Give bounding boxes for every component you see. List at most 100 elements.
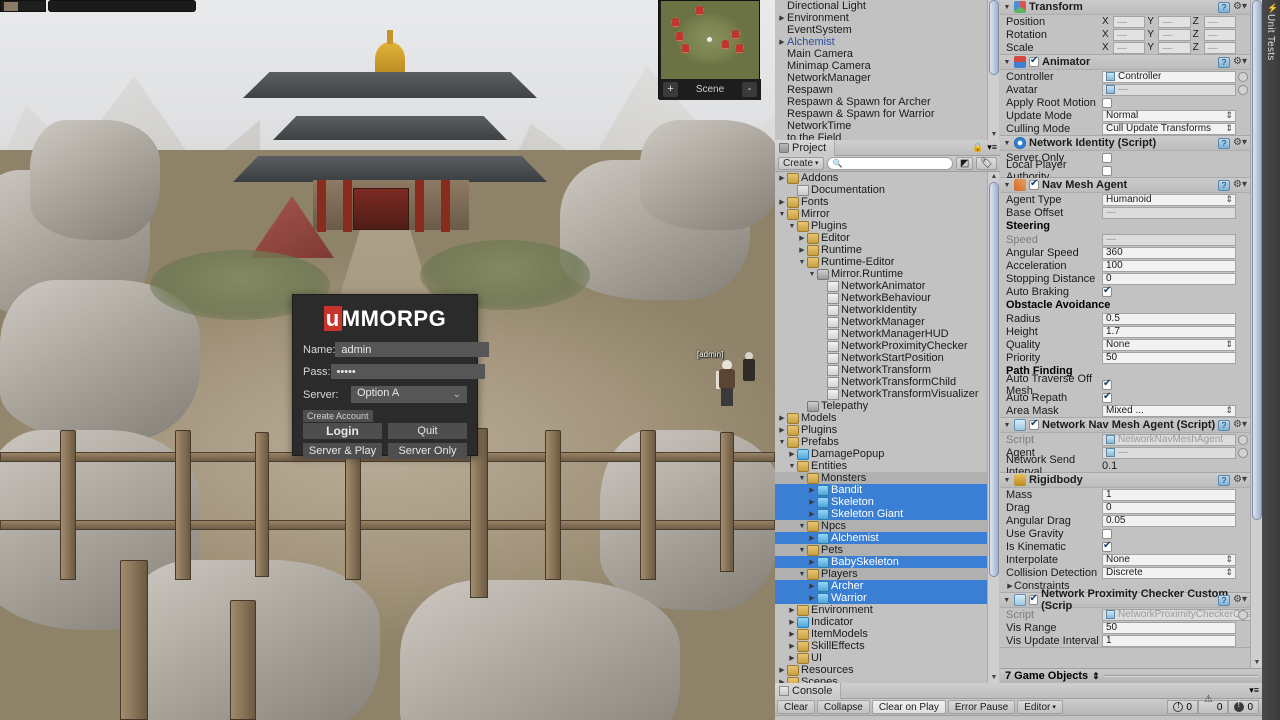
project-item-row[interactable]: ▶ Warrior — [775, 592, 987, 604]
filter-by-label-icon[interactable]: 🏷 — [976, 157, 997, 170]
chevron-right-icon[interactable]: ▶ — [807, 594, 817, 602]
chevron-right-icon[interactable]: ▶ — [787, 606, 797, 614]
object-field[interactable]: Controller — [1102, 70, 1236, 83]
chevron-right-icon[interactable]: ▶ — [807, 534, 817, 542]
chevron-down-icon[interactable]: ▼ — [797, 475, 807, 482]
panel-menu-icon[interactable]: ▾≡ — [1249, 685, 1259, 696]
chevron-down-icon[interactable]: ▼ — [807, 271, 817, 278]
chevron-right-icon[interactable]: ▶ — [787, 618, 797, 626]
vector3-field[interactable]: X — Y — Z — — [1102, 28, 1236, 41]
project-item-row[interactable]: NetworkTransformVisualizer — [775, 388, 987, 400]
component-header[interactable]: ▼ Network Nav Mesh Agent (Script)?⚙▾ — [1000, 418, 1250, 433]
chevron-right-icon[interactable]: ▶ — [807, 510, 817, 518]
chevron-right-icon[interactable]: ▶ — [777, 198, 787, 206]
npc-character[interactable] — [742, 352, 756, 382]
project-scrollbar[interactable]: ▲ ▼ — [987, 172, 999, 683]
scroll-up-arrow-icon[interactable]: ▲ — [990, 173, 998, 181]
help-icon[interactable]: ? — [1218, 56, 1231, 68]
inspector-components[interactable]: ▼ Transform? ⚙▾ Position X — Y — Z — Rotation X — Y — Z… — [1000, 0, 1258, 648]
gear-icon[interactable]: ⚙▾ — [1233, 2, 1247, 12]
console-err-counter[interactable]: 0 — [1228, 699, 1259, 714]
axis-input-z[interactable]: — — [1203, 15, 1236, 28]
object-field[interactable]: NetworkNavMeshAgent — [1102, 433, 1236, 446]
hierarchy-item-row[interactable]: Minimap Camera — [775, 60, 1000, 72]
chevron-right-icon[interactable]: ▶ — [777, 426, 787, 434]
project-item-row[interactable]: ▶ Skeleton Giant — [775, 508, 987, 520]
project-item-row[interactable]: ▼ Runtime-Editor — [775, 256, 987, 268]
project-item-row[interactable]: ▼ Monsters — [775, 472, 987, 484]
chevron-down-icon[interactable]: ▼ — [777, 211, 787, 218]
property-input[interactable]: 0.5 — [1102, 312, 1236, 325]
property-dropdown[interactable]: Discrete — [1102, 566, 1236, 579]
chevron-right-icon[interactable]: ▶ — [777, 14, 787, 22]
chevron-down-icon[interactable]: ▼ — [1003, 477, 1011, 484]
hierarchy-tree[interactable]: Directional Light ▶ Environment EventSystem… — [775, 0, 1000, 144]
scroll-down-arrow-icon[interactable]: ▼ — [1253, 659, 1261, 667]
project-item-row[interactable]: NetworkBehaviour — [775, 292, 987, 304]
project-item-row[interactable]: ▶ Skeleton — [775, 496, 987, 508]
chevron-right-icon[interactable]: ▶ — [787, 630, 797, 638]
chevron-right-icon[interactable]: ▶ — [797, 246, 807, 254]
server-dropdown[interactable]: Option A ⌄ — [351, 386, 467, 403]
minimap-zoom-out-button[interactable]: - — [741, 82, 757, 97]
filter-by-type-icon[interactable]: ◩ — [955, 157, 974, 170]
scene-game-view[interactable]: [admin] + Scene - uMMORPG Name: admin Pa… — [0, 0, 775, 720]
property-checkbox[interactable] — [1102, 378, 1112, 390]
console-toolbar[interactable]: Clear Collapse Clear on Play Error Pause Edi… — [775, 694, 1262, 716]
hierarchy-item-row[interactable]: Respawn — [775, 84, 1000, 96]
project-item-row[interactable]: NetworkTransformChild — [775, 376, 987, 388]
chevron-right-icon[interactable]: ▶ — [777, 38, 787, 46]
gear-icon[interactable]: ⚙▾ — [1233, 475, 1247, 485]
property-dropdown[interactable]: None — [1102, 338, 1236, 351]
project-item-row[interactable]: ▶ BabySkeleton — [775, 556, 987, 568]
chevron-right-icon[interactable]: ▶ — [787, 450, 797, 458]
property-input[interactable]: — — [1102, 233, 1236, 246]
property-input[interactable]: 0 — [1102, 272, 1236, 285]
chevron-down-icon[interactable]: ▼ — [1003, 59, 1011, 66]
component-header[interactable]: ▼Network Proximity Checker Custom (Scrip… — [1000, 588, 1250, 612]
quit-button[interactable]: Quit — [388, 423, 467, 439]
project-item-row[interactable]: ▶ ItemModels — [775, 628, 987, 640]
project-item-row[interactable]: ▶ Plugins — [775, 424, 987, 436]
property-dropdown[interactable]: Normal — [1102, 109, 1236, 122]
project-item-row[interactable]: ▶ Bandit — [775, 484, 987, 496]
property-checkbox[interactable] — [1102, 528, 1112, 539]
project-tree[interactable]: ▶ Addons Documentation ▶ Fonts ▼ Mirror ▼ Plugin… — [775, 172, 987, 683]
property-input[interactable]: 100 — [1102, 259, 1236, 272]
create-button[interactable]: Create ▾ — [778, 157, 824, 170]
hierarchy-scrollbar[interactable]: ▼ — [987, 0, 999, 140]
player-character[interactable] — [716, 360, 738, 408]
help-icon[interactable]: ? — [1218, 594, 1231, 606]
vector3-field[interactable]: X — Y — Z — — [1102, 41, 1236, 54]
property-input[interactable]: 50 — [1102, 351, 1236, 364]
component-enable-checkbox[interactable] — [1029, 418, 1039, 430]
create-account-button[interactable]: Create Account — [303, 410, 373, 422]
inspector-scrollbar[interactable]: ▼ — [1250, 0, 1262, 668]
project-item-row[interactable]: ▶ Models — [775, 412, 987, 424]
project-item-row[interactable]: NetworkStartPosition — [775, 352, 987, 364]
property-checkbox[interactable] — [1102, 285, 1112, 297]
hierarchy-item-row[interactable]: NetworkManager — [775, 72, 1000, 84]
project-item-row[interactable]: ▼ Mirror — [775, 208, 987, 220]
property-dropdown[interactable]: Mixed ... — [1102, 404, 1236, 417]
project-item-row[interactable]: ▶ Environment — [775, 604, 987, 616]
project-item-row[interactable]: ▶ Addons — [775, 172, 987, 184]
help-icon[interactable]: ? — [1218, 137, 1231, 149]
gear-icon[interactable]: ⚙▾ — [1233, 138, 1247, 148]
project-item-row[interactable]: ▼ Pets — [775, 544, 987, 556]
property-input[interactable]: 360 — [1102, 246, 1236, 259]
project-item-row[interactable]: ▶ Resources — [775, 664, 987, 676]
project-item-row[interactable]: ▶ Alchemist — [775, 532, 987, 544]
property-input[interactable]: 0 — [1102, 501, 1236, 514]
project-item-row[interactable]: Telepathy — [775, 400, 987, 412]
gear-icon[interactable]: ⚙▾ — [1233, 57, 1247, 67]
project-search[interactable]: 🔍 — [826, 157, 953, 170]
property-dropdown[interactable]: Humanoid — [1102, 193, 1236, 206]
panel-menu-icon[interactable]: ▾≡ — [987, 142, 997, 153]
project-item-row[interactable]: ▼ Npcs — [775, 520, 987, 532]
console-error-pause-button[interactable]: Error Pause — [947, 700, 1016, 714]
console-clear-button[interactable]: Clear — [777, 700, 815, 714]
axis-input-x[interactable]: — — [1113, 15, 1146, 28]
axis-input-z[interactable]: — — [1203, 41, 1236, 54]
project-item-row[interactable]: NetworkManager — [775, 316, 987, 328]
